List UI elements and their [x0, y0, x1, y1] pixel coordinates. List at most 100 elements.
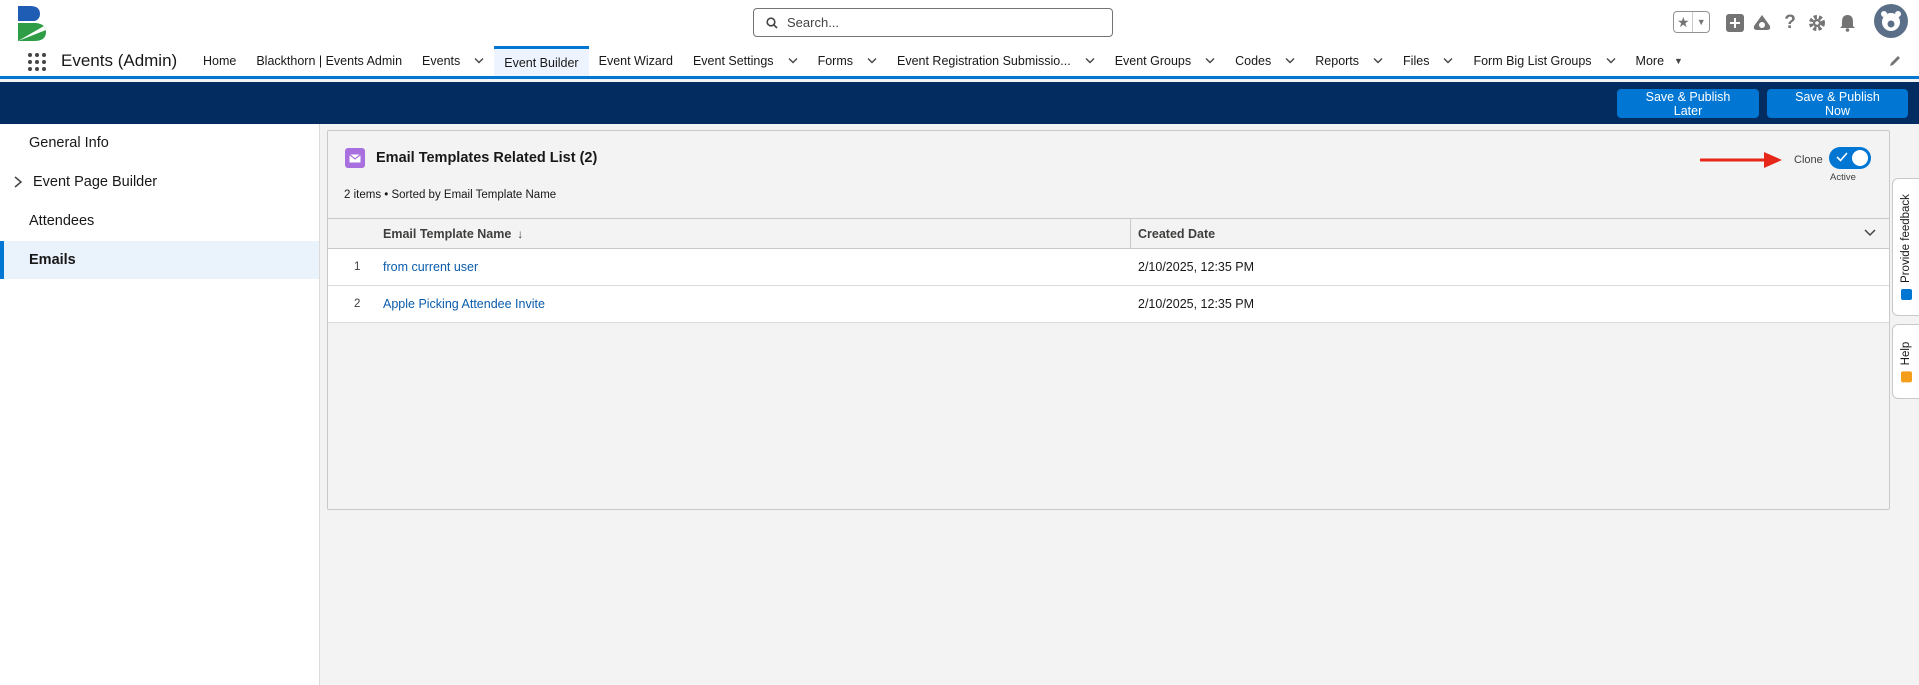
tab-label: Event Builder [504, 55, 579, 70]
clone-label: Clone [1794, 154, 1823, 166]
created-date-cell: 2/10/2025, 12:35 PM [1138, 297, 1255, 311]
tab-event-builder[interactable]: Event Builder [494, 46, 589, 76]
tab-event-wizard[interactable]: Event Wizard [589, 46, 683, 76]
tab-label: Events [422, 54, 461, 68]
favorites-star-icon[interactable]: ★ [1674, 12, 1694, 32]
sidebar-item-label: Event Page Builder [33, 174, 158, 190]
chevron-down-icon[interactable] [788, 56, 798, 66]
email-icon [345, 148, 365, 168]
chevron-down-icon[interactable] [1864, 229, 1876, 237]
help-icon[interactable]: ? [1779, 12, 1801, 34]
provide-feedback-tab[interactable]: Provide feedback [1892, 178, 1919, 316]
help-chat-icon [1900, 370, 1912, 382]
tab-home[interactable]: Home [193, 46, 246, 76]
row-number: 1 [354, 261, 361, 273]
edit-nav-pencil-icon[interactable] [1888, 54, 1902, 71]
card-title[interactable]: Email Templates Related List (2) [376, 150, 597, 166]
tab-events[interactable]: Events [412, 46, 494, 76]
column-header-label: Email Template Name [383, 227, 512, 241]
feedback-icon [1900, 288, 1912, 300]
tab-blackthorn-events-admin[interactable]: Blackthorn | Events Admin [246, 46, 412, 76]
search-placeholder: Search... [787, 15, 840, 30]
favorites-button[interactable]: ★ ▼ [1673, 11, 1710, 33]
list-meta: 2 items • Sorted by Email Template Name [344, 189, 557, 201]
app-name: Events (Admin) [61, 51, 178, 70]
tab-label: Form Big List Groups [1473, 54, 1592, 68]
search-icon [766, 16, 778, 29]
chevron-down-icon[interactable] [1443, 56, 1453, 66]
save-publish-later-button[interactable]: Save & Publish Later [1617, 89, 1759, 118]
annotation-arrow-icon [1700, 152, 1782, 168]
tab-label: Codes [1235, 54, 1272, 68]
column-header-created-date[interactable]: Created Date [1138, 219, 1215, 249]
table-row: 1 from current user 2/10/2025, 12:35 PM [328, 249, 1889, 286]
tab-label: Files [1403, 54, 1430, 68]
toggle-status-label: Active [1830, 172, 1856, 183]
clone-toggle[interactable] [1829, 147, 1871, 169]
sidebar-item-attendees[interactable]: Attendees [0, 202, 319, 240]
email-templates-table: Email Template Name ↓ Created Date 1 from… [328, 218, 1889, 323]
trailhead-icon[interactable] [1751, 12, 1773, 34]
sidebar-item-label: Emails [29, 252, 76, 268]
builder-action-band: Save & Publish Later Save & Publish Now [0, 82, 1919, 124]
email-template-link[interactable]: from current user [383, 249, 478, 285]
chevron-down-icon[interactable] [1085, 56, 1095, 66]
tab-forms[interactable]: Forms [808, 46, 887, 76]
column-header-email-template-name[interactable]: Email Template Name ↓ [383, 219, 523, 249]
app-nav-bar: Events (Admin) Home Blackthorn | Events A… [0, 46, 1919, 79]
email-template-link[interactable]: Apple Picking Attendee Invite [383, 286, 545, 322]
chevron-down-icon[interactable] [474, 56, 484, 66]
main-content: Email Templates Related List (2) Clone A… [321, 124, 1919, 685]
tab-label: Event Registration Submissio... [896, 54, 1071, 68]
tab-label: Event Groups [1114, 54, 1192, 68]
chevron-down-icon[interactable] [867, 56, 877, 66]
global-search-input[interactable]: Search... [753, 8, 1113, 37]
row-number: 2 [354, 298, 361, 310]
tab-form-big-list-groups[interactable]: Form Big List Groups [1463, 46, 1625, 76]
tab-reports[interactable]: Reports [1305, 46, 1393, 76]
tab-event-groups[interactable]: Event Groups [1105, 46, 1225, 76]
caret-down-icon: ▼ [1674, 56, 1683, 66]
sidebar-item-general-info[interactable]: General Info [0, 124, 319, 162]
tab-event-settings[interactable]: Event Settings [683, 46, 808, 76]
blackthorn-logo[interactable] [16, 4, 50, 42]
add-icon[interactable] [1724, 12, 1746, 34]
favorites-list-caret-icon[interactable]: ▼ [1693, 12, 1709, 32]
help-label: Help [1900, 341, 1912, 365]
nav-tabs: Home Blackthorn | Events Admin Events Event… [193, 46, 1693, 76]
sidebar-item-event-page-builder[interactable]: Event Page Builder [0, 163, 319, 201]
sort-arrow-down-icon: ↓ [517, 227, 524, 241]
chevron-down-icon[interactable] [1285, 56, 1295, 66]
setup-gear-icon[interactable] [1806, 12, 1828, 34]
chevron-down-icon[interactable] [1373, 56, 1383, 66]
checkmark-icon [1836, 152, 1848, 162]
sidebar-item-emails[interactable]: Emails [0, 241, 319, 279]
help-tab[interactable]: Help [1892, 324, 1919, 399]
tab-event-registration-submissio[interactable]: Event Registration Submissio... [887, 46, 1105, 76]
tab-files[interactable]: Files [1393, 46, 1463, 76]
tab-label: More [1635, 54, 1665, 68]
chevron-down-icon[interactable] [1205, 56, 1215, 66]
tab-label: Blackthorn | Events Admin [256, 54, 403, 68]
tab-label: Reports [1315, 54, 1360, 68]
tab-label: Forms [817, 54, 853, 68]
chevron-right-icon[interactable] [13, 176, 23, 188]
created-date-cell: 2/10/2025, 12:35 PM [1138, 260, 1255, 274]
tab-label: Home [203, 54, 237, 68]
global-header: Search... ★ ▼ ? [0, 0, 1919, 46]
notification-bell-icon[interactable] [1836, 12, 1858, 34]
sidebar-item-label: General Info [29, 135, 109, 151]
sidebar-item-label: Attendees [29, 213, 95, 229]
builder-sidebar: General Info Event Page Builder Attendee… [0, 124, 320, 685]
tab-label: Event Settings [692, 54, 774, 68]
save-publish-now-button[interactable]: Save & Publish Now [1767, 89, 1908, 118]
app-launcher-icon[interactable] [28, 53, 46, 71]
tab-codes[interactable]: Codes [1225, 46, 1305, 76]
user-avatar[interactable] [1874, 4, 1908, 38]
feedback-label: Provide feedback [1900, 194, 1912, 283]
tab-more[interactable]: More ▼ [1626, 46, 1693, 76]
chevron-down-icon[interactable] [1606, 56, 1616, 66]
tab-label: Event Wizard [598, 54, 673, 68]
table-header: Email Template Name ↓ Created Date [328, 218, 1889, 249]
email-templates-related-list: Email Templates Related List (2) Clone A… [327, 130, 1890, 510]
